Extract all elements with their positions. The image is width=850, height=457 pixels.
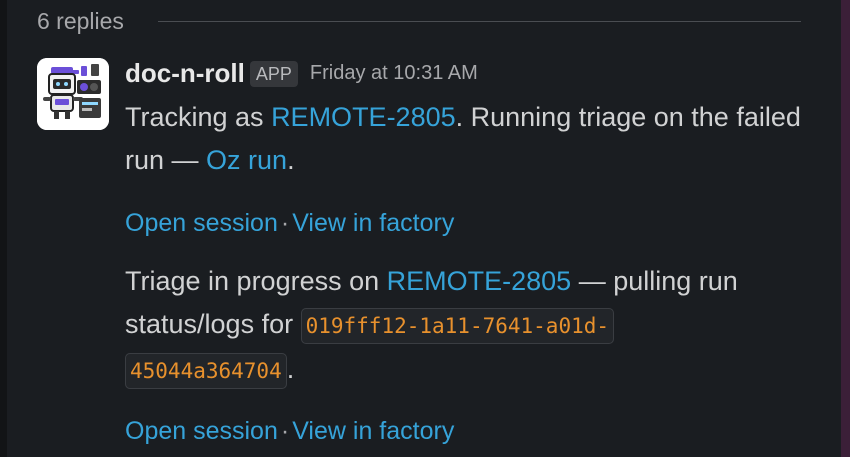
run-id-code[interactable]: 45044a364704: [125, 353, 287, 389]
left-border: [0, 0, 7, 457]
author-name[interactable]: doc-n-roll: [125, 58, 245, 88]
message-text: Tracking as REMOTE-2805. Running triage …: [125, 96, 805, 182]
app-badge: APP: [249, 60, 298, 87]
open-session-link[interactable]: Open session: [125, 209, 278, 237]
message-text: Triage in progress on REMOTE-2805 — pull…: [125, 260, 805, 393]
divider-line: [158, 21, 801, 22]
message-actions: Open session · View in factory: [125, 208, 805, 238]
action-separator: ·: [280, 209, 290, 237]
replies-count: 6 replies: [37, 8, 124, 34]
robot-dj-avatar-icon[interactable]: [37, 58, 109, 130]
open-session-link[interactable]: Open session: [125, 417, 278, 445]
message-header: doc-n-roll APP Friday at 10:31 AM: [125, 58, 805, 92]
text-segment: Triage in progress on: [125, 266, 387, 296]
run-link[interactable]: Oz run: [206, 145, 287, 175]
text-segment: .: [286, 354, 295, 384]
ticket-link[interactable]: REMOTE-2805: [387, 266, 572, 296]
action-separator: ·: [280, 417, 290, 445]
right-border: [841, 0, 850, 457]
view-in-factory-link[interactable]: View in factory: [292, 417, 454, 445]
message-actions: Open session · View in factory: [125, 416, 805, 446]
text-segment: Tracking as: [125, 102, 272, 132]
ticket-link[interactable]: REMOTE-2805: [271, 102, 456, 132]
thread-pane: 6 replies doc-n-roll APP Friday at 10:31…: [0, 0, 850, 457]
avatar-illustration: [37, 58, 109, 130]
text-segment: .: [287, 145, 295, 175]
message-timestamp[interactable]: Friday at 10:31 AM: [310, 62, 478, 84]
view-in-factory-link[interactable]: View in factory: [292, 209, 454, 237]
run-id-code[interactable]: 019fff12-1a11-7641-a01d-: [300, 308, 615, 344]
replies-divider-row: 6 replies: [37, 6, 801, 36]
